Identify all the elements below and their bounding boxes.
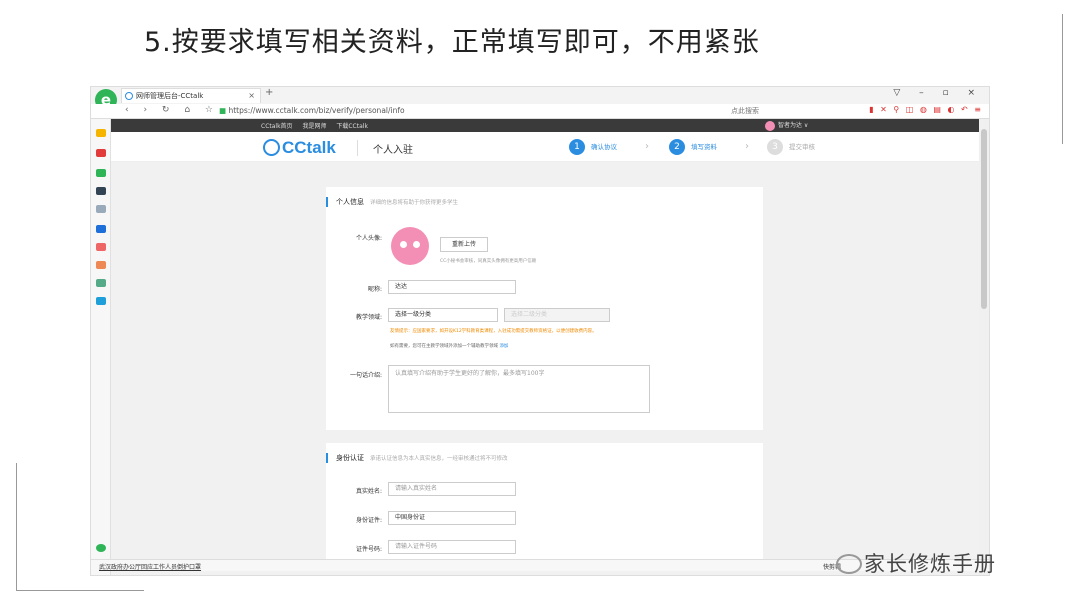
step-label: 填写资料 [691, 143, 717, 151]
teaching-field-label: 教学领域: [355, 314, 382, 321]
p-icon[interactable] [96, 297, 106, 305]
avatar-hint: CC小秘书会审核，同真实头像拥有更高用户信赖 [440, 259, 537, 264]
user-menu[interactable]: 智者为达 ∨ [765, 120, 808, 131]
header-divider [357, 140, 358, 156]
reupload-button[interactable]: 重新上传 [440, 237, 488, 252]
nickname-input[interactable]: 达达 [388, 280, 516, 294]
browser-sidebar [91, 119, 111, 575]
id-number-label: 证件号码: [355, 546, 382, 553]
id-number-input[interactable]: 请输入证件号码 [388, 540, 516, 554]
intro-textarea[interactable]: 认真填写介绍有助于学生更好的了解你，最多填写100字 [388, 365, 650, 413]
game-icon[interactable] [96, 243, 106, 251]
watermark: 家长修炼手册 [836, 548, 996, 578]
frame-line-bottom [16, 590, 144, 591]
sidebar-bottom-icon[interactable] [96, 544, 106, 552]
doc-icon[interactable] [96, 205, 106, 213]
primary-category-select[interactable]: 选择一级分类 [388, 308, 498, 322]
user-name: 智者为达 ∨ [778, 122, 809, 129]
page-caption: 5.按要求填写相关资料，正常填写即可，不用紧张 [144, 27, 760, 58]
real-name-label: 真实姓名: [355, 488, 382, 495]
step-3: 3 提交审核 [767, 139, 815, 155]
url-field[interactable]: ■ https://www.cctalk.com/biz/verify/pers… [219, 106, 405, 115]
step-number: 3 [767, 139, 783, 155]
window-controls[interactable]: ▽ – ▫ × [893, 88, 983, 98]
page-header: CCtalk 个人入驻 1 确认协议 › 2 填写资料 › 3 提交审核 [111, 132, 981, 162]
chevron-right-icon: › [645, 141, 649, 152]
favorites-icon[interactable] [96, 129, 106, 137]
mail-icon[interactable] [96, 169, 106, 177]
toolbar-icons[interactable]: ▮ ✕ ⚲ ◫ ◍ ▤ ◐ ↶ ≡ [869, 105, 983, 114]
section-title: 个人信息 详细的信息将有助于你获得更多学生 [326, 197, 458, 207]
cctalk-logo-icon [263, 139, 280, 156]
news-link[interactable]: 武汉政府办公厅回应工作人员倒护口罩 [99, 562, 201, 571]
tab-close-icon[interactable]: × [248, 89, 255, 103]
step-number: 2 [669, 139, 685, 155]
site-links[interactable]: CCtalk首页 我是网师 下载CCtalk [261, 121, 368, 130]
secondary-category-select[interactable]: 选择二级分类 [504, 308, 610, 322]
section-title: 身份认证 承诺认证信息为本人真实信息，一经审核通过将不可修改 [326, 453, 508, 463]
nickname-label: 昵称: [367, 286, 382, 293]
user-avatar-icon [765, 120, 775, 131]
weibo-icon[interactable] [96, 149, 106, 157]
app-icon[interactable] [96, 187, 106, 195]
section-hint: 详细的信息将有助于你获得更多学生 [370, 200, 459, 206]
chat-icon[interactable] [96, 225, 106, 233]
new-tab-icon[interactable]: + [265, 87, 273, 98]
browser-tab[interactable]: 网师管理后台-CCtalk × [121, 88, 261, 103]
personal-info-card: 个人信息 详细的信息将有助于你获得更多学生 个人头像: 重新上传 CC小秘书会审核… [326, 187, 763, 430]
id-type-label: 身份证件: [355, 517, 382, 524]
step-number: 1 [569, 139, 585, 155]
brand-name: CCtalk [282, 138, 336, 157]
wechat-icon [836, 554, 862, 574]
site-top-bar: CCtalk首页 我是网师 下载CCtalk 智者为达 ∨ [111, 119, 989, 132]
real-name-input[interactable]: 请输入真实姓名 [388, 482, 516, 496]
field-warning: 友情提示：应国家要求，如开设K12学科教育类课程，入驻成功需提交教师资格证，以便… [390, 329, 597, 334]
frame-line-left [16, 463, 17, 591]
section-title-text: 个人信息 [336, 198, 364, 206]
section-hint: 承诺认证信息为本人真实信息，一经审核通过将不可修改 [370, 456, 508, 462]
avatar[interactable] [391, 227, 429, 265]
avatar-label: 个人头像: [355, 235, 382, 242]
watermark-text: 家长修炼手册 [864, 552, 996, 576]
avatar-eye [413, 241, 420, 248]
photo-icon[interactable] [96, 279, 106, 287]
tab-title: 网师管理后台-CCtalk [136, 92, 204, 100]
section-title-text: 身份认证 [336, 454, 364, 462]
scrollbar[interactable] [979, 119, 989, 575]
nav-buttons[interactable]: ‹ › ↻ ⌂ ☆ [125, 105, 219, 115]
url-text: https://www.cctalk.com/biz/verify/person… [228, 106, 405, 115]
browser-window: e 网师管理后台-CCtalk × + ▽ – ▫ × ‹ › ↻ ⌂ ☆ ■ … [90, 86, 990, 576]
search-input[interactable]: 点此搜索 [731, 105, 811, 117]
avatar-eye [400, 241, 407, 248]
step-label: 提交审核 [789, 143, 815, 151]
step-label: 确认协议 [591, 143, 617, 151]
step-2: 2 填写资料 [669, 139, 717, 155]
video-icon[interactable] [96, 261, 106, 269]
id-type-select[interactable]: 中国身份证 [388, 511, 516, 525]
frame-line-right [1062, 14, 1063, 144]
field-more-hint: 如有需要，您可在主教学领域外添加一个辅助教学领域 [390, 344, 498, 349]
tab-favicon-icon [125, 92, 133, 100]
field-more-text: 如有需要，您可在主教学领域外添加一个辅助教学领域 添加 [390, 343, 508, 349]
cctalk-logo[interactable]: CCtalk [263, 138, 336, 158]
tab-bar: e 网师管理后台-CCtalk × + ▽ – ▫ × [91, 87, 989, 111]
chevron-right-icon: › [745, 141, 749, 152]
address-bar: ‹ › ↻ ⌂ ☆ ■ https://www.cctalk.com/biz/v… [91, 104, 989, 119]
add-field-link[interactable]: 添加 [499, 344, 508, 349]
scrollbar-thumb[interactable] [981, 129, 987, 309]
header-title: 个人入驻 [373, 145, 413, 156]
step-1: 1 确认协议 [569, 139, 617, 155]
intro-label: 一句话介绍: [349, 372, 382, 379]
identity-card: 身份认证 承诺认证信息为本人真实信息，一经审核通过将不可修改 真实姓名: 请输入真… [326, 443, 763, 559]
